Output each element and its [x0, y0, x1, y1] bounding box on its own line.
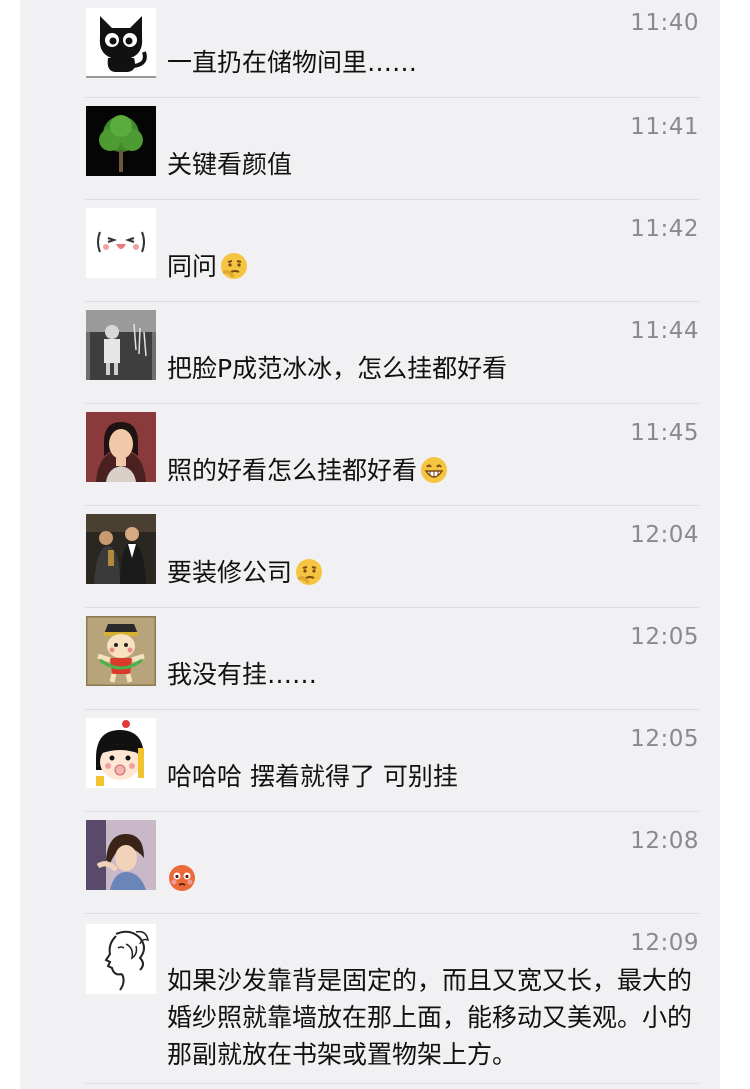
comment-item: 11:42 同问 — [85, 200, 699, 302]
comment-text — [167, 860, 699, 897]
comment-text-content: 如果沙发靠背是固定的，而且又宽又长，最大的婚纱照就靠墙放在那上面，能移动又美观。… — [167, 966, 693, 1069]
comment-time: 12:08 — [630, 828, 699, 854]
comment-time: 11:44 — [630, 318, 699, 344]
comment-time: 11:40 — [630, 10, 699, 36]
comment-text-content: 一直扔在储物间里…… — [167, 48, 418, 77]
comment-time: 11:41 — [630, 114, 699, 140]
comment-text-content: 我没有挂…… — [167, 660, 318, 689]
comment-item: 11:40 一直扔在储物间里…… — [85, 0, 699, 98]
thinking-emoji-icon — [219, 251, 249, 281]
comment-item: 11:44 把脸P成范冰冰，怎么挂都好看 — [85, 302, 699, 404]
line-drawing-woman-avatar[interactable] — [86, 924, 156, 994]
comment-text-content: 哈哈哈 摆着就得了 可别挂 — [167, 762, 458, 791]
comment-text: 我没有挂…… — [167, 656, 699, 693]
comment-item: 12:05 我没有挂…… — [85, 608, 699, 710]
grinning-emoji-icon — [419, 455, 449, 485]
cartoon-boy-avatar[interactable] — [86, 616, 156, 686]
group-photo-avatar[interactable] — [86, 514, 156, 584]
comment-item: 12:05 哈哈哈 摆着就得了 可别挂 — [85, 710, 699, 812]
cute-face-avatar[interactable] — [86, 208, 156, 278]
comment-time: 12:04 — [630, 522, 699, 548]
comment-text: 把脸P成范冰冰，怎么挂都好看 — [167, 350, 699, 387]
comment-item: 11:41 关键看颜值 — [85, 98, 699, 200]
woman-photo-avatar[interactable] — [86, 820, 156, 890]
comment-item: 12:09 如果沙发靠背是固定的，而且又宽又长，最大的婚纱照就靠墙放在那上面，能… — [85, 914, 699, 1084]
black-cat-avatar[interactable] — [86, 8, 156, 78]
comments-screen: 11:40 一直扔在储物间里…… 11:41 关键看颜值 11:42 同问 11… — [0, 0, 750, 1089]
comment-text-content: 要装修公司 — [167, 558, 293, 587]
comment-text: 同问 — [167, 248, 699, 285]
comment-time: 11:45 — [630, 420, 699, 446]
comment-time: 12:09 — [630, 930, 699, 956]
comment-time: 12:05 — [630, 624, 699, 650]
cartoon-girl-avatar[interactable] — [86, 718, 156, 788]
thinking-emoji-icon — [294, 557, 324, 587]
comment-item: 11:45 照的好看怎么挂都好看 — [85, 404, 699, 506]
comment-text-content: 关键看颜值 — [167, 150, 293, 179]
comment-text: 照的好看怎么挂都好看 — [167, 452, 699, 489]
comment-text: 如果沙发靠背是固定的，而且又宽又长，最大的婚纱照就靠墙放在那上面，能移动又美观。… — [167, 962, 699, 1073]
tree-avatar[interactable] — [86, 106, 156, 176]
comment-item: 12:04 要装修公司 — [85, 506, 699, 608]
comment-text: 关键看颜值 — [167, 146, 699, 183]
comment-text: 一直扔在储物间里…… — [167, 44, 699, 81]
comment-list[interactable]: 11:40 一直扔在储物间里…… 11:41 关键看颜值 11:42 同问 11… — [20, 0, 720, 1089]
woman-portrait-avatar[interactable] — [86, 412, 156, 482]
comment-text: 哈哈哈 摆着就得了 可别挂 — [167, 758, 699, 795]
flushed-emoji-icon — [167, 863, 197, 893]
comment-item: 12:08 — [85, 812, 699, 914]
comment-text-content: 同问 — [167, 252, 218, 281]
comment-text: 要装修公司 — [167, 554, 699, 591]
comment-time: 11:42 — [630, 216, 699, 242]
comment-text-content: 把脸P成范冰冰，怎么挂都好看 — [167, 354, 508, 383]
old-photo-avatar[interactable] — [86, 310, 156, 380]
comment-time: 12:05 — [630, 726, 699, 752]
comment-text-content: 照的好看怎么挂都好看 — [167, 456, 418, 485]
